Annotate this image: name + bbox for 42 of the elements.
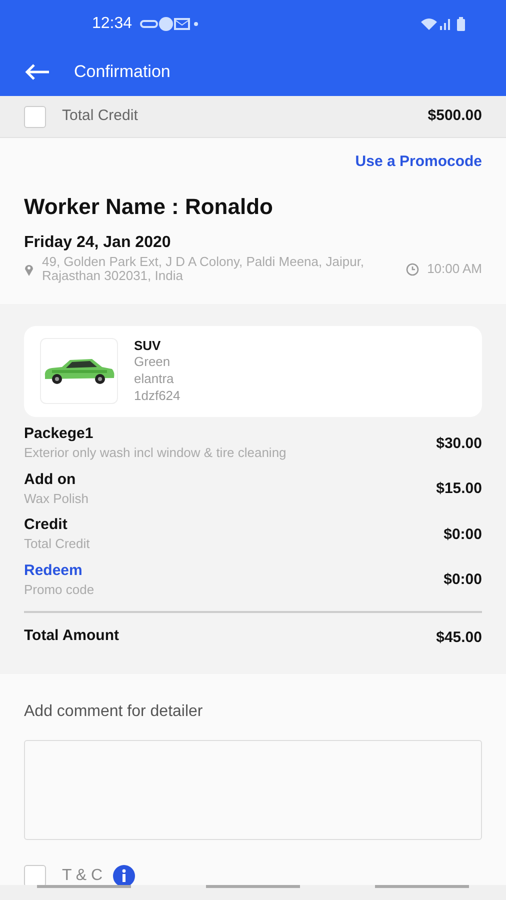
total-amount: $45.00 [436, 628, 482, 648]
time-text: 10:00 AM [427, 262, 482, 276]
checkbox[interactable] [24, 106, 46, 128]
vehicle-plate: 1dzf624 [134, 388, 180, 406]
item-description: Exterior only wash incl window & tire cleaning [24, 444, 286, 462]
clock-icon [406, 262, 420, 276]
worker-name: Worker Name : Ronaldo [24, 193, 274, 221]
item-description: Wax Polish [24, 490, 89, 508]
screen-title: Confirmation [74, 61, 170, 84]
link-icon [140, 19, 158, 29]
vehicle-type: SUV [134, 338, 162, 354]
mail-icon [174, 18, 190, 30]
item-title: Credit [24, 516, 68, 534]
info-icon[interactable] [112, 864, 135, 887]
credit-amount: $500.00 [428, 106, 482, 126]
app-icon [158, 16, 174, 32]
back-button[interactable] [24, 63, 50, 81]
wifi-icon [420, 17, 438, 31]
total-label: Total Amount [24, 627, 119, 646]
date-text: Friday 24, Jan 2020 [24, 233, 172, 253]
comment-field[interactable] [24, 740, 482, 840]
item-amount: $0:00 [444, 570, 482, 590]
vehicle-color: Green [134, 354, 172, 372]
redeem-link[interactable]: Redeem [24, 562, 94, 580]
promo-link[interactable]: Use a Promocode [355, 153, 482, 170]
address-text: 49, Golden Park Ext, J D A Colony, Paldi Meena, Jaipur, Rajasthan 302031, India [42, 255, 366, 284]
item-title: Packege1 [24, 425, 94, 444]
item-amount: $30.00 [436, 434, 482, 454]
location-pin-icon [24, 262, 34, 276]
checkbox[interactable] [24, 864, 46, 887]
terms-label: T & C [62, 866, 103, 886]
vehicle-model: elantra [134, 371, 175, 388]
status-time: 12:34 [92, 14, 132, 34]
battery-icon [456, 17, 466, 31]
item-title: Add on [24, 470, 77, 489]
signal-icon [438, 17, 452, 31]
item-description: Promo code [24, 580, 94, 599]
item-amount: $0:00 [444, 524, 482, 545]
comment-label: Add comment for detailer [24, 702, 204, 722]
credit-label: Total Credit [62, 106, 139, 126]
item-description: Total Credit [24, 535, 90, 554]
item-amount: $15.00 [436, 479, 482, 500]
